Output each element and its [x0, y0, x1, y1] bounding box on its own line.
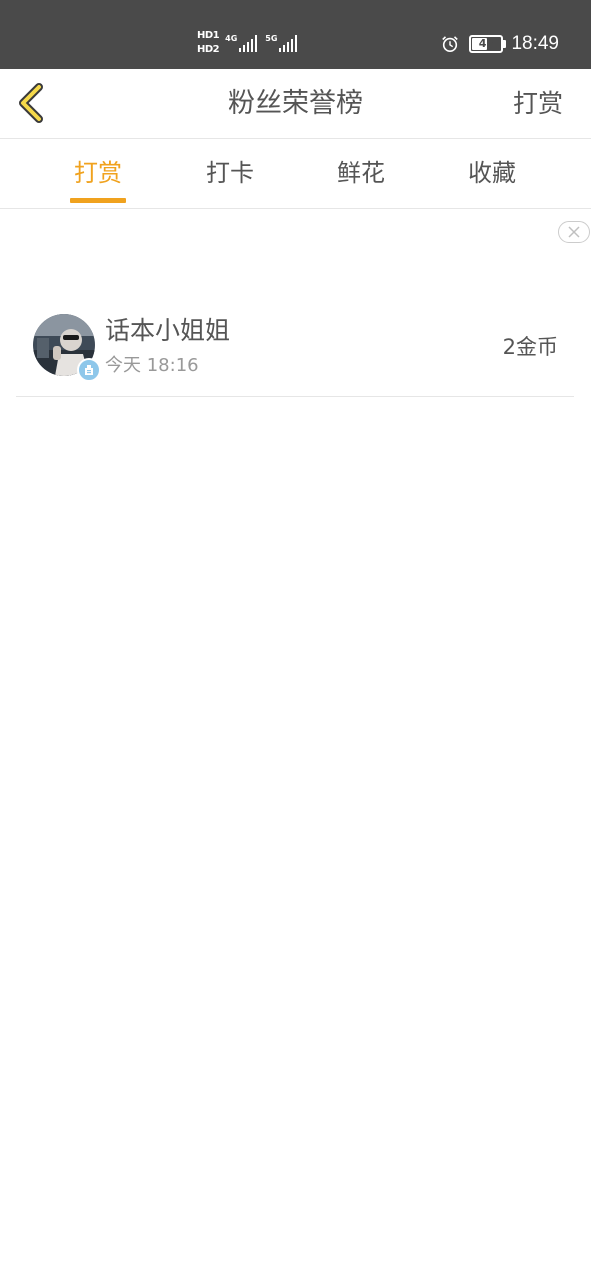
tab-bar: 打赏 打卡 鲜花 收藏 [0, 139, 591, 209]
sim2-signal: 5G [265, 34, 298, 52]
tab-label: 打赏 [74, 159, 122, 187]
signal-bars-icon [279, 34, 298, 52]
signal-indicators: HD1 HD2 4G 5G [197, 26, 305, 60]
tab-reward[interactable]: 打赏 [70, 139, 126, 208]
tab-collect[interactable]: 收藏 [464, 139, 520, 208]
battery-icon: 48 [469, 35, 507, 53]
network-type-label: 4G [225, 34, 238, 43]
sim1-signal: 4G [225, 34, 258, 52]
tab-flowers[interactable]: 鲜花 [333, 139, 389, 208]
fan-name: 话本小姐姐 [105, 316, 231, 345]
hd-indicators: HD1 HD2 [197, 30, 220, 56]
page-title: 粉丝荣誉榜 [228, 88, 363, 119]
list-item[interactable]: 话本小姐姐 今天 18:16 2金币 [16, 300, 574, 397]
fan-time: 今天 18:16 [105, 355, 199, 376]
nav-bar: 粉丝荣誉榜 打赏 [0, 69, 591, 139]
active-tab-indicator [70, 198, 126, 203]
close-icon [568, 226, 580, 238]
tab-checkin[interactable]: 打卡 [202, 139, 258, 208]
status-time: 18:49 [511, 33, 559, 54]
battery-level: 48 [478, 37, 495, 50]
tab-label: 打卡 [206, 159, 254, 187]
alarm-icon [442, 36, 459, 53]
status-right: 48 18:49 [441, 30, 559, 58]
signal-bars-icon [239, 34, 258, 52]
network-type-label: 5G [265, 34, 278, 43]
hd2-label: HD2 [197, 44, 220, 55]
fan-reward-amount: 2金币 [502, 335, 558, 359]
tab-label: 鲜花 [337, 159, 385, 187]
reward-badge-icon [77, 358, 101, 382]
ad-close-button[interactable] [558, 221, 590, 243]
status-bar: HD1 HD2 4G 5G 48 18:49 [0, 0, 591, 69]
reward-button[interactable]: 打赏 [513, 69, 563, 138]
tab-label: 收藏 [468, 159, 516, 187]
hd1-label: HD1 [197, 30, 220, 41]
